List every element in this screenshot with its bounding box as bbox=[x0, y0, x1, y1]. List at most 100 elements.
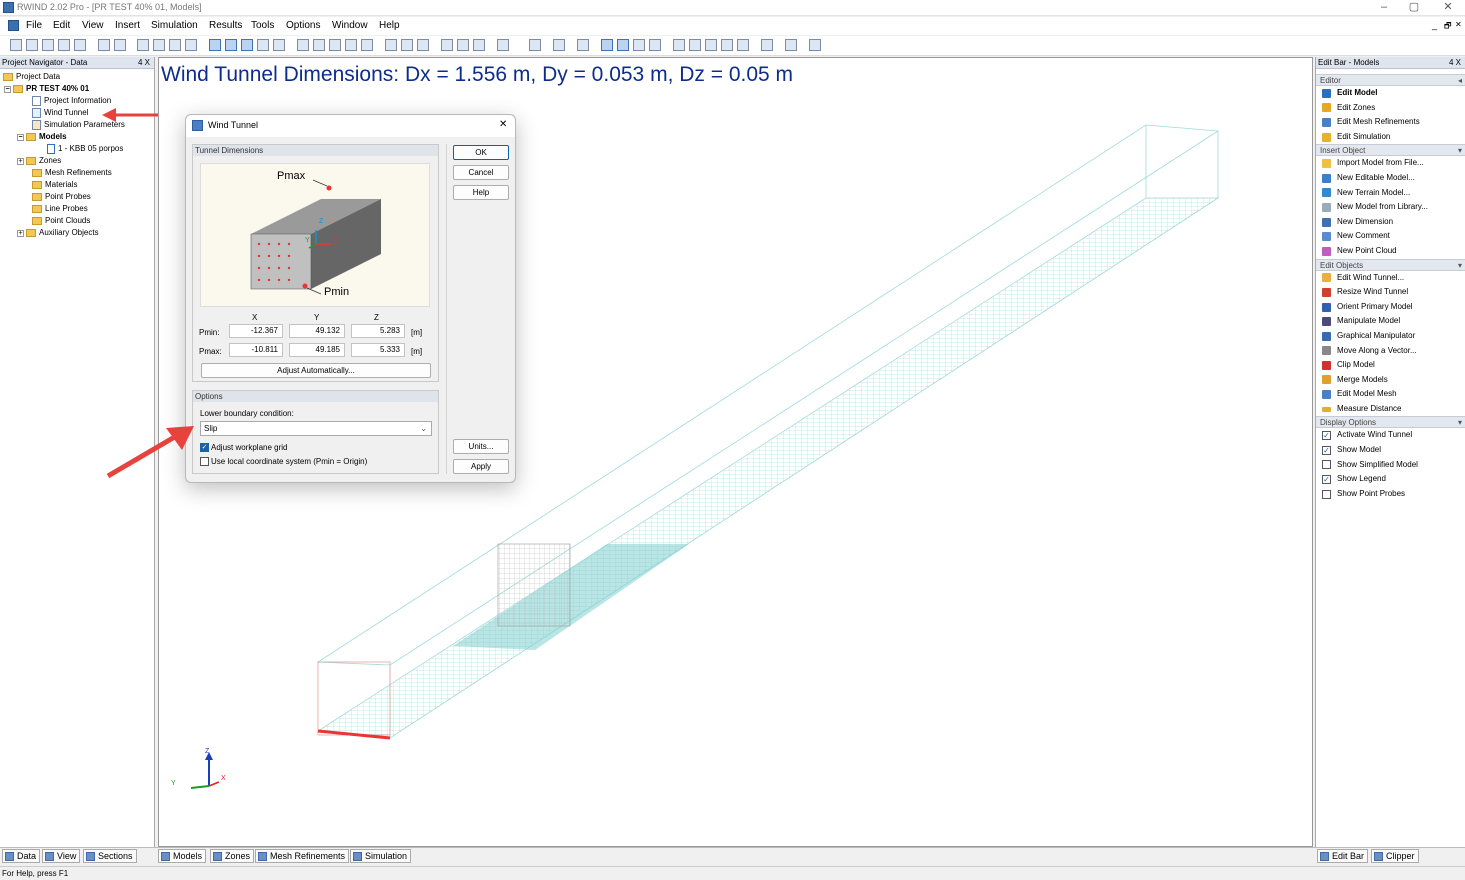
toolbar-button-icon[interactable] bbox=[42, 39, 54, 51]
toolbar-button-icon[interactable] bbox=[737, 39, 749, 51]
toolbar-button-icon[interactable] bbox=[26, 39, 38, 51]
section-insert-object[interactable]: Insert Object ▾ bbox=[1316, 144, 1465, 157]
mdi-close-button[interactable]: ✕ bbox=[1455, 20, 1462, 29]
toolbar-button-icon[interactable] bbox=[601, 39, 613, 51]
toolbar-button-icon[interactable] bbox=[649, 39, 661, 51]
tree-mesh-refinements[interactable]: Mesh Refinements bbox=[0, 167, 154, 179]
checkbox[interactable]: ✓ bbox=[1322, 431, 1331, 441]
new-editable-model-item[interactable]: New Editable Model... bbox=[1316, 171, 1465, 186]
section-editor[interactable]: Editor ◂ bbox=[1316, 74, 1465, 86]
toolbar-button-icon[interactable] bbox=[761, 39, 773, 51]
measure-distance-item[interactable]: Measure Distance bbox=[1316, 402, 1465, 417]
tab-mesh-refinements[interactable]: Mesh Refinements bbox=[255, 849, 350, 863]
merge-models-item[interactable]: Merge Models bbox=[1316, 373, 1465, 388]
pmin-z-input[interactable]: 5.283 bbox=[351, 324, 405, 338]
toolbar-button-icon[interactable] bbox=[313, 39, 325, 51]
new-point-cloud-item[interactable]: New Point Cloud bbox=[1316, 244, 1465, 259]
toolbar-button-icon[interactable] bbox=[553, 39, 565, 51]
pmax-y-input[interactable]: 49.185 bbox=[289, 343, 345, 357]
tab-sections[interactable]: Sections bbox=[83, 849, 137, 863]
collapse-icon[interactable]: − bbox=[17, 133, 24, 141]
pmax-z-input[interactable]: 5.333 bbox=[351, 343, 405, 357]
toolbar-button-icon[interactable] bbox=[297, 39, 309, 51]
pmin-x-input[interactable]: -12.367 bbox=[229, 324, 283, 338]
menu-options[interactable]: Options bbox=[286, 20, 320, 31]
tab-clipper[interactable]: Clipper bbox=[1371, 849, 1419, 863]
pmin-y-input[interactable]: 49.132 bbox=[289, 324, 345, 338]
checkbox[interactable] bbox=[1322, 489, 1331, 499]
new-terrain-model-item[interactable]: New Terrain Model... bbox=[1316, 186, 1465, 201]
graphical-manipulator-item[interactable]: Graphical Manipulator bbox=[1316, 329, 1465, 344]
menu-results[interactable]: Results bbox=[209, 20, 242, 31]
toolbar-button-icon[interactable] bbox=[721, 39, 733, 51]
tab-view[interactable]: View bbox=[42, 849, 81, 863]
tree-model-1[interactable]: 1 - KBB 05 porpos bbox=[0, 143, 154, 155]
toolbar-button-icon[interactable] bbox=[153, 39, 165, 51]
toolbar-button-icon[interactable] bbox=[225, 39, 237, 51]
toolbar-button-icon[interactable] bbox=[185, 39, 197, 51]
expand-icon[interactable]: + bbox=[17, 157, 24, 165]
edit-zones-item[interactable]: Edit Zones bbox=[1316, 101, 1465, 116]
menu-window[interactable]: Window bbox=[332, 20, 368, 31]
toolbar-button-icon[interactable] bbox=[241, 39, 253, 51]
toolbar-button-icon[interactable] bbox=[361, 39, 373, 51]
toolbar-button-icon[interactable] bbox=[617, 39, 629, 51]
tree-models[interactable]: − Models bbox=[0, 131, 154, 143]
adjust-workplane-grid-option[interactable]: ✓ Adjust workplane grid bbox=[200, 443, 287, 452]
tree-materials[interactable]: Materials bbox=[0, 179, 154, 191]
tree-auxiliary-objects[interactable]: + Auxiliary Objects bbox=[0, 227, 154, 239]
mdi-minimize-button[interactable]: _ bbox=[1432, 20, 1437, 30]
move-along-vector-item[interactable]: Move Along a Vector... bbox=[1316, 344, 1465, 359]
toolbar-button-icon[interactable] bbox=[689, 39, 701, 51]
collapse-icon[interactable]: − bbox=[4, 85, 11, 93]
toolbar-button-icon[interactable] bbox=[441, 39, 453, 51]
document-icon[interactable] bbox=[8, 20, 19, 31]
tree-line-probes[interactable]: Line Probes bbox=[0, 203, 154, 215]
toolbar-button-icon[interactable] bbox=[74, 39, 86, 51]
toolbar-button-icon[interactable] bbox=[114, 39, 126, 51]
edit-bar-pin-close[interactable]: 4 X bbox=[1449, 57, 1461, 69]
tree-point-probes[interactable]: Point Probes bbox=[0, 191, 154, 203]
toolbar-button-icon[interactable] bbox=[417, 39, 429, 51]
menu-view[interactable]: View bbox=[82, 20, 104, 31]
expand-icon[interactable]: + bbox=[17, 229, 24, 237]
checkbox[interactable] bbox=[1322, 460, 1331, 470]
toolbar-button-icon[interactable] bbox=[473, 39, 485, 51]
cancel-button[interactable]: Cancel bbox=[453, 165, 509, 180]
toolbar-button-icon[interactable] bbox=[329, 39, 341, 51]
edit-simulation-item[interactable]: Edit Simulation bbox=[1316, 130, 1465, 145]
new-comment-item[interactable]: New Comment bbox=[1316, 229, 1465, 244]
toolbar-button-icon[interactable] bbox=[497, 39, 509, 51]
checkbox[interactable]: ✓ bbox=[1322, 445, 1331, 455]
toolbar-button-icon[interactable] bbox=[809, 39, 821, 51]
units-button[interactable]: Units... bbox=[453, 439, 509, 454]
tree-project[interactable]: − PR TEST 40% 01 bbox=[0, 83, 154, 95]
toolbar-button-icon[interactable] bbox=[98, 39, 110, 51]
pmax-x-input[interactable]: -10.811 bbox=[229, 343, 283, 357]
tab-models[interactable]: Models bbox=[158, 849, 207, 863]
use-local-coordinate-option[interactable]: Use local coordinate system (Pmin = Orig… bbox=[200, 457, 367, 466]
activate-wind-tunnel-toggle[interactable]: ✓ Activate Wind Tunnel bbox=[1316, 428, 1465, 443]
toolbar-button-icon[interactable] bbox=[137, 39, 149, 51]
toolbar-button-icon[interactable] bbox=[705, 39, 717, 51]
toolbar-button-icon[interactable] bbox=[457, 39, 469, 51]
toolbar-button-icon[interactable] bbox=[577, 39, 589, 51]
show-point-probes-toggle[interactable]: Show Point Probes bbox=[1316, 487, 1465, 502]
tree-project-data[interactable]: Project Data bbox=[0, 71, 154, 83]
ok-button[interactable]: OK bbox=[453, 145, 509, 160]
resize-wind-tunnel-item[interactable]: Resize Wind Tunnel bbox=[1316, 285, 1465, 300]
maximize-button[interactable]: ▢ bbox=[1400, 0, 1428, 15]
edit-model-item[interactable]: Edit Model bbox=[1316, 86, 1465, 101]
menu-insert[interactable]: Insert bbox=[115, 20, 140, 31]
tree-point-clouds[interactable]: Point Clouds bbox=[0, 215, 154, 227]
import-model-item[interactable]: Import Model from File... bbox=[1316, 156, 1465, 171]
help-button[interactable]: Help bbox=[453, 185, 509, 200]
lower-boundary-select[interactable]: Slip ⌄ bbox=[200, 421, 432, 436]
edit-model-mesh-item[interactable]: Edit Model Mesh bbox=[1316, 387, 1465, 402]
toolbar-button-icon[interactable] bbox=[673, 39, 685, 51]
toolbar-button-icon[interactable] bbox=[58, 39, 70, 51]
dialog-close-button[interactable]: ✕ bbox=[499, 119, 507, 130]
show-legend-toggle[interactable]: ✓ Show Legend bbox=[1316, 472, 1465, 487]
toolbar-button-icon[interactable] bbox=[169, 39, 181, 51]
menu-tools[interactable]: Tools bbox=[251, 20, 274, 31]
